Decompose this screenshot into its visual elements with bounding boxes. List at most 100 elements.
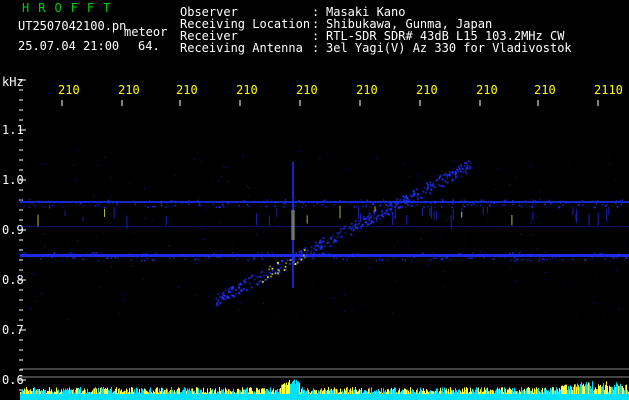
signal-spike (126, 215, 128, 229)
noise-speck (182, 201, 184, 203)
noise-speck (374, 201, 376, 203)
noise-speck (298, 200, 300, 202)
noise-floor-bar (294, 379, 295, 394)
noise-speck (483, 156, 485, 158)
noise-speck (477, 254, 479, 257)
noise-floor-bar (62, 391, 63, 394)
noise-speck (353, 199, 355, 201)
noise-floor-bar (542, 388, 543, 394)
noise-speck (35, 300, 37, 302)
noise-speck (488, 200, 490, 202)
noise-floor-bar (496, 389, 497, 394)
noise-floor-bar (316, 390, 317, 394)
noise-floor-bar (42, 390, 43, 394)
noise-speck (379, 255, 381, 257)
noise-speck (580, 232, 582, 234)
noise-speck (493, 202, 495, 204)
noise-speck (165, 206, 167, 208)
noise-speck (144, 205, 147, 207)
noise-speck (102, 255, 104, 257)
noise-speck (25, 252, 27, 254)
noise-floor-bar (143, 390, 144, 394)
noise-floor-bar (181, 392, 182, 394)
noise-floor-bar (509, 387, 510, 394)
noise-floor-bar (106, 389, 107, 394)
noise-floor-bar (583, 383, 584, 394)
noise-speck (463, 241, 465, 242)
meteor-echo-point (271, 269, 274, 272)
noise-speck (129, 255, 131, 258)
meteor-echo-point (262, 274, 265, 277)
noise-floor-bar (165, 390, 166, 394)
noise-speck (48, 207, 51, 209)
noise-floor-bar (175, 392, 176, 394)
signal-spike (575, 213, 577, 221)
noise-floor-bar (308, 389, 309, 394)
noise-speck (220, 255, 222, 258)
noise-speck (275, 301, 277, 303)
noise-speck (496, 168, 498, 170)
noise-speck (411, 259, 413, 262)
meteor-echo-point (407, 204, 410, 206)
noise-speck (77, 240, 79, 242)
meteor-echo-point (235, 289, 238, 291)
noise-speck (69, 201, 72, 203)
noise-floor-bar (207, 388, 208, 394)
noise-speck (205, 208, 207, 210)
noise-speck (409, 176, 410, 178)
meteor-echo-point (370, 220, 373, 223)
meteor-echo-point (244, 278, 247, 281)
noise-floor-bar (120, 390, 121, 394)
noise-floor-bar (626, 384, 627, 394)
noise-speck (442, 201, 444, 203)
noise-floor-bar (145, 389, 146, 394)
noise-speck (82, 205, 85, 208)
noise-floor-bar (29, 390, 30, 394)
noise-floor-bar (402, 389, 403, 394)
noise-floor-bar (549, 392, 550, 394)
meteor-echo-point (344, 231, 347, 234)
noise-speck (508, 252, 511, 254)
noise-speck (198, 203, 201, 205)
noise-speck (53, 252, 56, 254)
noise-speck (544, 203, 546, 206)
noise-speck (452, 199, 454, 201)
noise-speck (349, 282, 350, 283)
noise-floor-bar (598, 384, 599, 394)
signal-spike (339, 205, 341, 219)
noise-speck (323, 222, 325, 224)
noise-speck (47, 157, 49, 158)
meteor-echo-point (431, 184, 434, 186)
noise-floor-bar (36, 389, 37, 394)
noise-speck (60, 195, 62, 197)
noise-speck (499, 256, 502, 259)
noise-speck (215, 206, 218, 208)
noise-speck (266, 205, 268, 207)
noise-floor-bar (377, 391, 378, 394)
noise-speck (512, 200, 515, 203)
signal-spike (374, 211, 376, 216)
noise-floor-bar (141, 388, 142, 394)
meteor-echo-point (463, 165, 466, 167)
noise-speck (503, 256, 506, 259)
noise-speck (504, 254, 506, 257)
noise-speck (615, 200, 618, 202)
noise-floor-bar (319, 391, 320, 394)
noise-floor-bar (63, 388, 64, 394)
noise-speck (174, 205, 176, 207)
noise-speck (252, 201, 255, 204)
meteor-echo-point (314, 241, 317, 244)
noise-speck (474, 227, 476, 229)
noise-speck (624, 255, 626, 257)
noise-speck (584, 258, 586, 261)
signal-spike (511, 215, 513, 226)
noise-floor-bar (218, 391, 219, 394)
meteor-echo-point (314, 245, 317, 248)
noise-floor-bar (510, 388, 511, 394)
noise-floor-bar (261, 388, 262, 394)
noise-floor-bar (104, 389, 105, 394)
noise-speck (476, 204, 478, 207)
meteor-echo-point (403, 196, 406, 199)
noise-floor-bar (624, 390, 625, 394)
noise-floor-bar (185, 388, 186, 394)
